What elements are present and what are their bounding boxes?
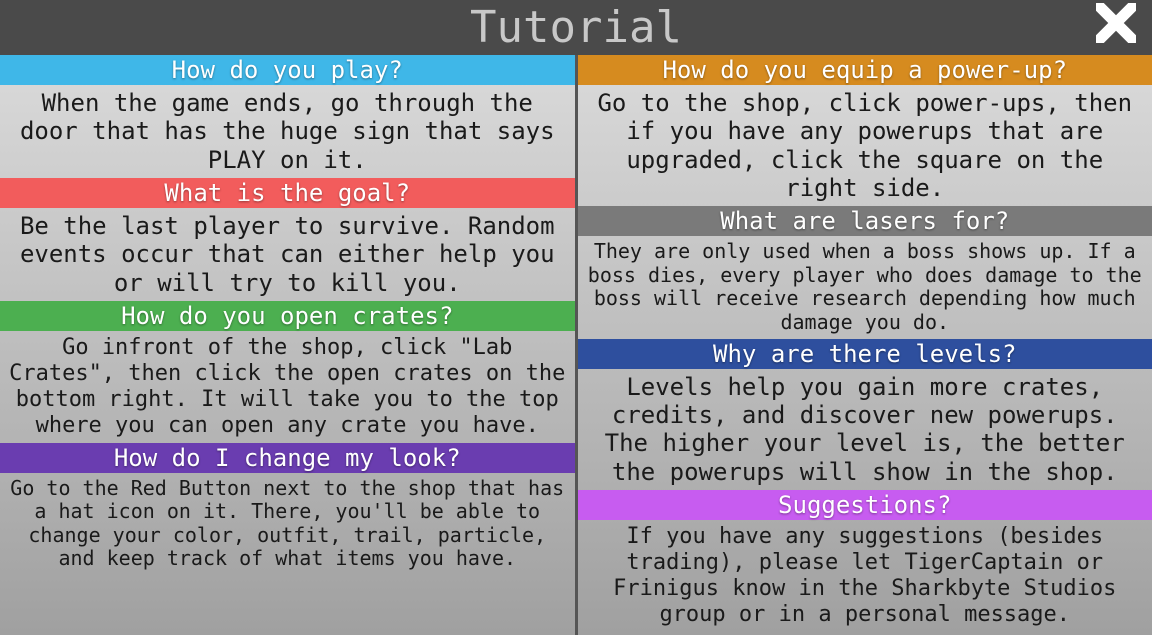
- section-levels: Why are there levels? Levels help you ga…: [578, 339, 1152, 490]
- close-icon: [1096, 3, 1136, 54]
- section-title: How do you play?: [0, 55, 575, 85]
- section-title: What are lasers for?: [578, 206, 1152, 236]
- section-body: When the game ends, go through the door …: [0, 85, 575, 178]
- section-body: Be the last player to survive. Random ev…: [0, 208, 575, 301]
- section-how-play: How do you play? When the game ends, go …: [0, 55, 575, 178]
- section-title: Suggestions?: [578, 490, 1152, 520]
- section-change-look: How do I change my look? Go to the Red B…: [0, 443, 575, 575]
- close-button[interactable]: [1092, 4, 1140, 52]
- page-title: Tutorial: [470, 2, 682, 53]
- section-body: If you have any suggestions (besides tra…: [578, 520, 1152, 632]
- section-body: Go to the shop, click power-ups, then if…: [578, 85, 1152, 206]
- section-open-crates: How do you open crates? Go infront of th…: [0, 301, 575, 443]
- section-suggestions: Suggestions? If you have any suggestions…: [578, 490, 1152, 632]
- section-body: They are only used when a boss shows up.…: [578, 236, 1152, 338]
- section-body: Levels help you gain more crates, credit…: [578, 369, 1152, 490]
- section-lasers: What are lasers for? They are only used …: [578, 206, 1152, 338]
- left-column: How do you play? When the game ends, go …: [0, 55, 578, 635]
- section-equip-powerup: How do you equip a power-up? Go to the s…: [578, 55, 1152, 206]
- section-title: How do I change my look?: [0, 443, 575, 473]
- section-title: Why are there levels?: [578, 339, 1152, 369]
- columns: How do you play? When the game ends, go …: [0, 55, 1152, 635]
- section-body: Go infront of the shop, click "Lab Crate…: [0, 331, 575, 443]
- tutorial-header: Tutorial: [0, 0, 1152, 55]
- section-title: What is the goal?: [0, 178, 575, 208]
- right-column: How do you equip a power-up? Go to the s…: [578, 55, 1152, 635]
- section-goal: What is the goal? Be the last player to …: [0, 178, 575, 301]
- section-title: How do you equip a power-up?: [578, 55, 1152, 85]
- section-body: Go to the Red Button next to the shop th…: [0, 473, 575, 575]
- section-title: How do you open crates?: [0, 301, 575, 331]
